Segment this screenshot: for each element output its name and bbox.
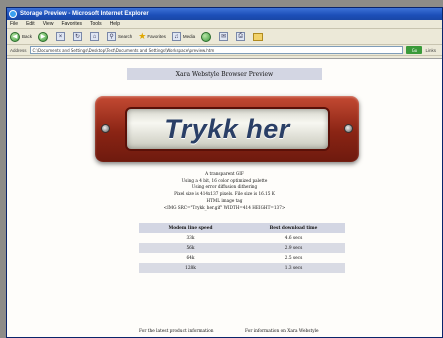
table-cell: 2.5 secs (284, 255, 303, 261)
title-bar: Storage Preview - Microsoft Internet Exp… (7, 8, 442, 20)
media-icon: ♫ (171, 32, 181, 41)
product-info-link[interactable]: For the latest product information (139, 329, 214, 334)
table-cell: 64k (186, 255, 195, 261)
forward-button[interactable]: ▶ (38, 31, 50, 42)
trykk-her-button[interactable]: Trykk her (95, 96, 359, 162)
links-label[interactable]: Links (425, 48, 436, 53)
media-button[interactable]: ♫ Media (171, 32, 196, 41)
stop-button[interactable]: × (56, 32, 67, 41)
stop-icon: × (56, 32, 66, 41)
back-label: Back (22, 34, 33, 39)
go-button[interactable]: Go (406, 46, 423, 54)
webstyle-info-link[interactable]: For information on Xara Webstyle (245, 329, 319, 334)
table-cell: 4.6 secs (284, 235, 303, 241)
info-line: Using error diffusion dithering (191, 184, 258, 190)
history-button[interactable] (201, 31, 213, 42)
table-row: 56k 2.9 secs (139, 243, 345, 253)
search-label: Search (118, 34, 133, 39)
favorites-button[interactable]: ★ Favorites (138, 31, 166, 42)
table-cell: 128k (139, 263, 242, 273)
column-header: Best download time (242, 223, 345, 233)
menu-bar: File Edit View Favorites Tools Help (7, 20, 442, 29)
menu-edit[interactable]: Edit (26, 21, 35, 27)
screw-icon (101, 124, 110, 133)
button-label: Trykk her (164, 113, 290, 144)
info-line: HTML image tag (206, 197, 243, 203)
screw-icon (344, 124, 353, 133)
info-line: Pixel size is 414x137 pixels. File size … (174, 191, 275, 197)
table-row: 128k 1.3 secs (139, 263, 345, 273)
browser-window: Storage Preview - Microsoft Internet Exp… (6, 7, 443, 338)
search-button[interactable]: ⚲ Search (107, 32, 132, 41)
go-label: Go (411, 47, 418, 53)
favorites-label: Favorites (147, 34, 166, 39)
menu-file[interactable]: File (10, 21, 18, 27)
button-plate: Trykk her (124, 107, 330, 151)
table-cell: 33k (186, 235, 195, 241)
history-icon (201, 31, 212, 42)
refresh-icon: ↻ (73, 32, 83, 41)
folder-icon (253, 32, 264, 41)
home-icon: ⌂ (90, 32, 100, 41)
column-header: Modem line speed (139, 223, 242, 233)
address-bar: Address C:\Documents and Settings\Deskto… (7, 45, 442, 56)
menu-tools[interactable]: Tools (90, 21, 102, 27)
page-viewport[interactable]: Xara Webstyle Browser Preview Trykk her … (7, 58, 442, 337)
download-time-table: Modem line speed Best download time 33k … (139, 223, 345, 273)
menu-view[interactable]: View (43, 21, 54, 27)
back-button[interactable]: ◀ Back (10, 31, 33, 42)
forward-arrow-icon: ▶ (38, 31, 49, 42)
folder-button[interactable] (253, 32, 264, 41)
search-icon: ⚲ (107, 32, 117, 41)
image-info: A transparent GIF Using a 4 bit, 16 colo… (7, 171, 442, 211)
info-line: A transparent GIF (205, 171, 244, 176)
home-button[interactable]: ⌂ (90, 32, 101, 41)
address-label: Address (10, 47, 27, 53)
refresh-button[interactable]: ↻ (73, 32, 84, 41)
menu-favorites[interactable]: Favorites (61, 21, 82, 27)
star-icon: ★ (138, 31, 147, 41)
back-arrow-icon: ◀ (10, 31, 20, 42)
ie-icon (9, 10, 17, 18)
mail-icon: ✉ (219, 32, 229, 41)
table-cell: 2.9 secs (242, 243, 345, 253)
media-label: Media (182, 34, 196, 39)
table-cell: 1.3 secs (242, 263, 345, 273)
page-title: Xara Webstyle Browser Preview (127, 68, 322, 80)
print-button[interactable]: ⎙ (236, 32, 247, 41)
table-row: 64k 2.5 secs (139, 253, 345, 263)
info-line: Using a 4 bit, 16 color optimized palett… (181, 177, 268, 183)
toolbar: ◀ Back ▶ × ↻ ⌂ ⚲ Search ★ Favorites ♫ Me… (7, 29, 442, 45)
info-line: <IMG SRC="Trykk_her.gif" WIDTH=414 HEIGH… (163, 204, 286, 210)
window-title: Storage Preview - Microsoft Internet Exp… (20, 11, 149, 17)
print-icon: ⎙ (236, 32, 246, 41)
table-row: 33k 4.6 secs (139, 233, 345, 243)
address-input[interactable]: C:\Documents and Settings\Desktop\Test\D… (29, 46, 404, 54)
table-cell: 56k (139, 243, 242, 253)
menu-help[interactable]: Help (110, 21, 120, 27)
mail-button[interactable]: ✉ (219, 32, 230, 41)
table-header-row: Modem line speed Best download time (139, 223, 345, 233)
